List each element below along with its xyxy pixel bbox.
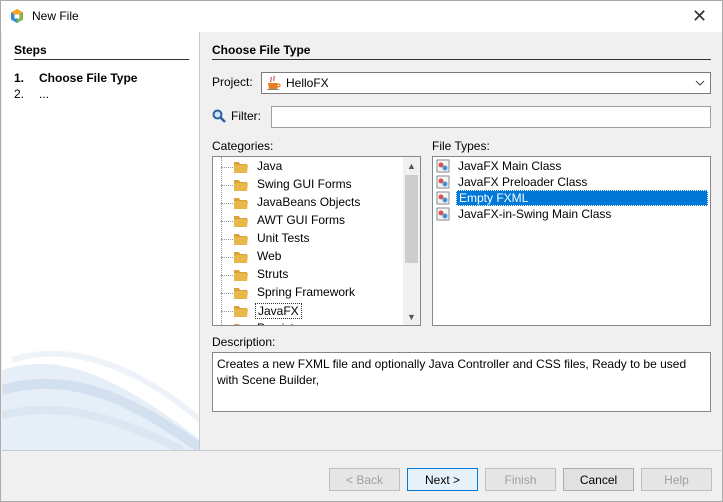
- title-divider: [212, 59, 711, 60]
- title-bar: New File ✕: [1, 1, 722, 32]
- step-number: 2.: [14, 87, 25, 101]
- new-file-dialog: New File ✕ Steps 1. Choose File Type 2. …: [0, 0, 723, 502]
- tree-branch-line: [221, 257, 233, 258]
- decorative-swoosh-graphic: [2, 350, 199, 450]
- folder-icon: [234, 216, 248, 227]
- folder-icon: [234, 306, 248, 317]
- categories-scrollbar[interactable]: ▲ ▼: [403, 157, 420, 325]
- folder-icon: [234, 234, 248, 245]
- project-label: Project:: [212, 75, 253, 89]
- categories-label: Categories:: [212, 139, 274, 153]
- folder-icon: [234, 162, 248, 173]
- filetypes-list[interactable]: JavaFX Main Class JavaFX Preloader Class E…: [432, 156, 711, 326]
- chevron-down-icon[interactable]: [690, 73, 710, 93]
- folder-icon: [234, 180, 248, 191]
- folder-icon: [234, 252, 248, 263]
- category-label: Swing GUI Forms: [257, 177, 352, 191]
- tree-guide-line: [221, 157, 222, 325]
- filetypes-label: File Types:: [432, 139, 490, 153]
- categories-tree[interactable]: Java Swing GUI Forms JavaBeans Objects AWT …: [212, 156, 421, 326]
- step-number: 1.: [14, 71, 25, 85]
- category-label: Unit Tests: [257, 231, 310, 245]
- tree-branch-line: [221, 311, 233, 312]
- filetype-label: JavaFX Main Class: [458, 159, 562, 173]
- tree-branch-line: [221, 203, 233, 204]
- finish-button[interactable]: Finish: [485, 468, 556, 491]
- tree-branch-line: [221, 185, 233, 186]
- content-panel: Choose File Type Project: HelloFX Filter…: [201, 32, 722, 450]
- folder-icon: [234, 270, 248, 281]
- javafx-file-icon: [436, 207, 450, 221]
- scroll-down-icon[interactable]: ▼: [403, 308, 420, 325]
- javafx-file-icon: [436, 175, 450, 189]
- step-item-2: 2. ...: [14, 87, 49, 101]
- description-text: Creates a new FXML file and optionally J…: [212, 352, 711, 412]
- magnifier-icon: [212, 109, 226, 123]
- category-label: Java: [257, 159, 283, 173]
- tree-branch-line: [221, 167, 233, 168]
- filter-label: Filter:: [231, 109, 261, 123]
- project-value: HelloFX: [286, 76, 329, 90]
- category-label: Persist: [255, 321, 296, 325]
- filetype-item[interactable]: JavaFX-in-Swing Main Class: [433, 206, 710, 222]
- steps-panel: Steps 1. Choose File Type 2. ...: [2, 32, 200, 450]
- scroll-thumb[interactable]: [405, 175, 418, 263]
- javafx-file-icon: [436, 191, 450, 205]
- step-label: Choose File Type: [39, 71, 138, 85]
- netbeans-logo-icon: [11, 9, 23, 23]
- category-label: JavaBeans Objects: [257, 195, 361, 209]
- category-label: AWT GUI Forms: [257, 213, 345, 227]
- tree-branch-line: [221, 239, 233, 240]
- steps-title: Steps: [14, 43, 47, 57]
- tree-branch-line: [221, 275, 233, 276]
- description-label: Description:: [212, 335, 276, 349]
- category-label: Spring Framework: [257, 285, 356, 299]
- close-icon: ✕: [691, 6, 708, 26]
- footer-divider: [2, 450, 723, 451]
- steps-divider: [14, 59, 189, 60]
- folder-icon: [234, 198, 248, 209]
- category-label: Struts: [257, 267, 289, 281]
- filter-input[interactable]: [271, 106, 711, 128]
- filetype-label: JavaFX Preloader Class: [458, 175, 588, 189]
- scroll-up-icon[interactable]: ▲: [403, 157, 420, 174]
- window-title: New File: [32, 9, 79, 23]
- step-label: ...: [39, 87, 50, 101]
- help-button[interactable]: Help: [641, 468, 712, 491]
- back-button[interactable]: < Back: [329, 468, 400, 491]
- filetype-label: JavaFX-in-Swing Main Class: [458, 207, 612, 221]
- category-label: Web: [257, 249, 282, 263]
- cancel-button[interactable]: Cancel: [563, 468, 634, 491]
- category-label: JavaFX: [255, 303, 302, 319]
- filetype-label: Empty FXML: [456, 190, 708, 206]
- filetype-item[interactable]: JavaFX Preloader Class: [433, 174, 710, 190]
- tree-branch-line: [221, 221, 233, 222]
- page-title: Choose File Type: [212, 43, 311, 57]
- filetype-item[interactable]: JavaFX Main Class: [433, 158, 710, 174]
- coffee-cup-icon: [267, 75, 281, 90]
- step-item-1: 1. Choose File Type: [14, 71, 137, 85]
- folder-icon: [234, 288, 248, 299]
- folder-icon: [234, 324, 240, 325]
- next-button[interactable]: Next >: [407, 468, 478, 491]
- javafx-file-icon: [436, 159, 450, 173]
- filetype-item[interactable]: Empty FXML: [433, 190, 710, 206]
- tree-branch-line: [221, 293, 233, 294]
- project-select[interactable]: HelloFX: [261, 72, 711, 94]
- close-button[interactable]: ✕: [677, 1, 722, 32]
